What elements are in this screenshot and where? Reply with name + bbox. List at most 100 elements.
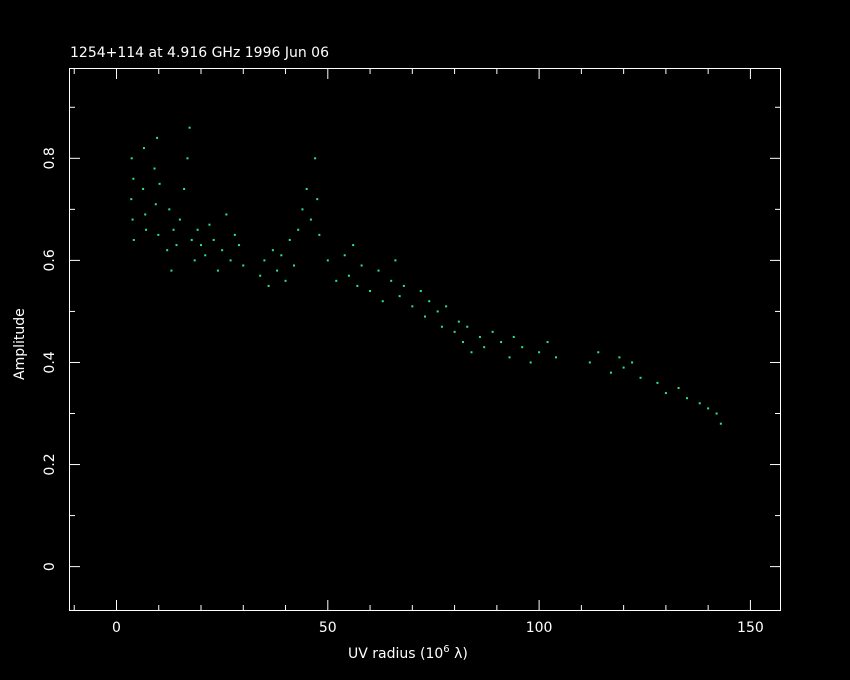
- data-point: [144, 213, 147, 216]
- data-point: [453, 330, 456, 333]
- x-axis-label-text: UV radius (10: [348, 646, 443, 662]
- data-point: [609, 371, 612, 374]
- data-point: [132, 177, 135, 180]
- data-point: [664, 392, 667, 395]
- data-point: [153, 167, 156, 170]
- data-point: [508, 356, 511, 359]
- data-point: [440, 325, 443, 328]
- data-point: [483, 346, 486, 349]
- y-tick-label: 0.8: [42, 147, 58, 169]
- data-point: [190, 238, 193, 241]
- data-point: [183, 187, 186, 190]
- data-point: [225, 213, 228, 216]
- data-point: [597, 351, 600, 354]
- data-point: [436, 310, 439, 313]
- data-point: [335, 279, 338, 282]
- data-point: [428, 300, 431, 303]
- data-point: [158, 182, 161, 185]
- data-point: [242, 264, 245, 267]
- data-point: [631, 361, 634, 364]
- data-point: [555, 356, 558, 359]
- data-point: [445, 305, 448, 308]
- data-point: [719, 422, 722, 425]
- data-point: [491, 330, 494, 333]
- data-point: [221, 249, 224, 252]
- data-point: [622, 366, 625, 369]
- x-axis-label-unit: λ): [450, 646, 468, 662]
- data-point: [521, 346, 524, 349]
- data-point: [347, 274, 350, 277]
- data-point: [656, 381, 659, 384]
- data-point: [142, 187, 145, 190]
- data-point: [200, 244, 203, 247]
- data-point: [297, 228, 300, 231]
- data-point: [175, 244, 178, 247]
- data-point: [208, 223, 211, 226]
- data-point: [284, 279, 287, 282]
- data-point: [639, 376, 642, 379]
- data-point: [470, 351, 473, 354]
- data-point: [259, 274, 262, 277]
- data-point: [276, 269, 279, 272]
- x-tick-label: 100: [526, 620, 553, 636]
- data-point: [326, 259, 329, 262]
- data-point: [130, 198, 133, 201]
- data-point: [301, 208, 304, 211]
- data-point: [394, 259, 397, 262]
- data-point: [707, 407, 710, 410]
- data-point: [360, 264, 363, 267]
- data-point: [166, 249, 169, 252]
- y-tick-label: 0.4: [42, 351, 58, 373]
- data-point: [188, 126, 191, 129]
- data-point: [715, 412, 718, 415]
- data-point: [142, 147, 145, 150]
- data-point: [233, 233, 236, 236]
- data-point: [462, 341, 465, 344]
- data-point: [263, 259, 266, 262]
- y-tick-label: 0.6: [42, 249, 58, 271]
- y-axis-label: Amplitude: [12, 308, 28, 380]
- data-point: [529, 361, 532, 364]
- data-point: [193, 259, 196, 262]
- data-point: [178, 218, 181, 221]
- data-point: [538, 351, 541, 354]
- data-point: [292, 264, 295, 267]
- data-point: [398, 295, 401, 298]
- data-point: [343, 254, 346, 257]
- x-axis-label: UV radius (106 λ): [348, 644, 468, 662]
- data-point: [154, 203, 157, 206]
- data-point: [356, 284, 359, 287]
- data-point: [172, 228, 175, 231]
- data-point: [618, 356, 621, 359]
- data-point: [381, 300, 384, 303]
- data-point: [478, 335, 481, 338]
- y-tick-label: 0.2: [42, 453, 58, 475]
- data-point: [402, 284, 405, 287]
- data-point: [131, 218, 134, 221]
- data-point: [132, 238, 135, 241]
- data-point: [309, 218, 312, 221]
- data-point: [500, 341, 503, 344]
- data-point: [352, 244, 355, 247]
- data-point: [546, 341, 549, 344]
- data-point: [316, 198, 319, 201]
- data-point: [390, 279, 393, 282]
- data-point: [170, 269, 173, 272]
- data-point: [318, 233, 321, 236]
- y-tick-label: 0: [42, 562, 58, 571]
- data-point: [377, 269, 380, 272]
- data-point: [156, 136, 159, 139]
- x-tick-label: 0: [112, 620, 121, 636]
- data-point: [677, 386, 680, 389]
- data-point: [305, 187, 308, 190]
- data-point: [686, 397, 689, 400]
- data-point: [280, 254, 283, 257]
- data-point: [369, 290, 372, 293]
- data-point: [588, 361, 591, 364]
- x-tick-label: 150: [737, 620, 764, 636]
- data-point: [288, 238, 291, 241]
- data-point: [512, 335, 515, 338]
- data-point: [238, 244, 241, 247]
- x-tick-label: 50: [319, 620, 337, 636]
- data-point: [216, 269, 219, 272]
